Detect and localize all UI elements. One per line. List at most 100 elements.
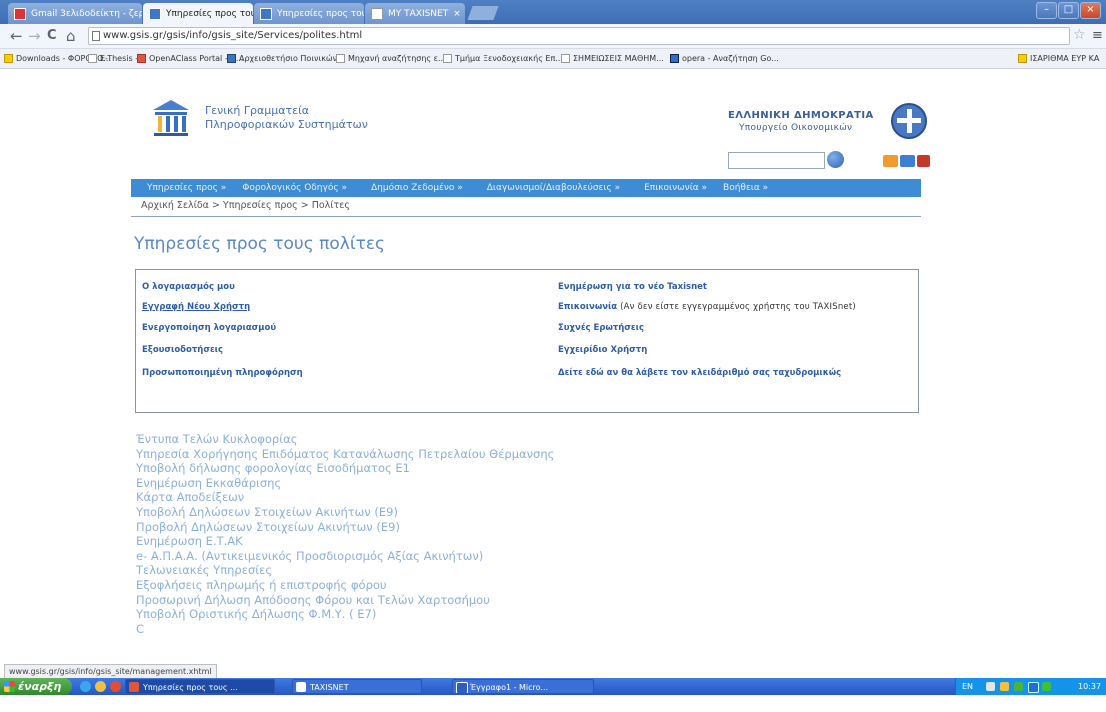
- service-link[interactable]: Υποβολή δήλωσης φορολογίας Εισοδήματος Ε…: [136, 461, 776, 476]
- taskbar-item-label: Υπηρεσίες προς τους ...: [143, 683, 238, 692]
- menu-item-services[interactable]: Υπηρεσίες προς »: [141, 179, 232, 197]
- link-user-manual[interactable]: Εγχειρίδιο Χρήστη: [558, 345, 647, 355]
- bookmark-item[interactable]: ΣΗΜΕΙΩΣΕΙΣ ΜΑΘΗΜ...: [561, 51, 664, 66]
- close-window-button[interactable]: ×: [1080, 2, 1101, 19]
- page-icon: [336, 54, 345, 63]
- site-icon: [227, 54, 236, 63]
- link-password-by-mail[interactable]: Δείτε εδώ αν θα λάβετε τον κλειδάριθμό σ…: [558, 368, 841, 378]
- bookmark-item[interactable]: E-Thesis -: [88, 51, 138, 66]
- youtube-icon[interactable]: [917, 155, 930, 167]
- service-link[interactable]: Υποβολή Οριστικής Δήλωσης Φ.Μ.Υ. ( Ε7): [136, 607, 776, 622]
- menu-item-contact[interactable]: Επικοινωνία »: [638, 179, 713, 197]
- bookmark-label: ΣΗΜΕΙΩΣΕΙΣ ΜΑΘΗΜ...: [573, 54, 664, 63]
- rss-icon[interactable]: [883, 155, 898, 167]
- menu-item-tax-guide[interactable]: Φορολογικός Οδηγός »: [236, 179, 353, 197]
- gsis-favicon-icon: [260, 7, 272, 20]
- browser-tab-my-taxisnet[interactable]: ΜΥ ΤΑΧΙSΝΕΤ ×: [365, 3, 465, 24]
- menu-item-tenders[interactable]: Διαγωνισμοί/Διαβουλεύσεις »: [481, 179, 626, 197]
- page-icon: [88, 54, 97, 63]
- status-bar-url: www.gsis.gr/gsis/info/gsis_site/manageme…: [4, 664, 217, 679]
- taskbar-item-browser[interactable]: Υπηρεσίες προς τους ...: [125, 679, 275, 694]
- folder-icon: [1018, 54, 1027, 63]
- folder-icon: [4, 54, 13, 63]
- link-contact[interactable]: Επικοινωνία: [558, 302, 617, 312]
- antivirus-icon[interactable]: [1014, 682, 1023, 691]
- chrome-menu-icon[interactable]: ≡: [1092, 28, 1103, 43]
- home-icon[interactable]: ⌂: [66, 27, 76, 45]
- browser-tab-strip: Gmail 3ελιδοδείκτη - ζεράσο... × Υπηρεσί…: [0, 0, 1106, 24]
- gmail-favicon-icon: [14, 7, 26, 20]
- bookmark-label: Μηχανή αναζήτησης ε...: [348, 54, 446, 63]
- service-link[interactable]: Εξοφλήσεις πληρωμής ή επιστροφής φόρου: [136, 578, 776, 593]
- page-icon: [92, 31, 100, 41]
- menu-item-public-data[interactable]: Δημόσιο Ζεδομένο »: [365, 179, 469, 197]
- tab-close-icon[interactable]: ×: [453, 9, 461, 19]
- language-indicator[interactable]: EN: [962, 678, 973, 695]
- service-link[interactable]: Ενημέρωση Ε.Τ.ΑΚ: [136, 534, 776, 549]
- link-authorizations[interactable]: Εξουσιοδοτήσεις: [142, 345, 223, 355]
- bookmark-item[interactable]: opera - Αναζήτηση Go...: [670, 51, 779, 66]
- start-button[interactable]: έναρξη: [0, 678, 72, 695]
- update-icon[interactable]: [1042, 682, 1051, 691]
- service-link[interactable]: Κάρτα Αποδείξεων: [136, 490, 776, 505]
- contact-note: (Αν δεν είστε εγγεγραμμένος χρήστης του …: [620, 302, 856, 312]
- bookmark-item[interactable]: Μηχανή αναζήτησης ε...: [336, 51, 446, 66]
- minimize-button[interactable]: –: [1036, 2, 1057, 19]
- browser-tab-polites-2[interactable]: Υπηρεσίες προς τους πολίτες ×: [254, 3, 364, 24]
- page-icon: [443, 54, 452, 63]
- notification-icon[interactable]: [1000, 682, 1009, 691]
- link-new-taxisnet-info[interactable]: Ενημέρωση για το νέο Taxisnet: [558, 282, 707, 292]
- service-link[interactable]: e- Α.Π.Α.Α. (Αντικειμενικός Προσδιορισμό…: [136, 549, 776, 564]
- volume-icon[interactable]: [1028, 682, 1039, 693]
- link-account-activation[interactable]: Ενεργοποίηση λογαριασμού: [142, 323, 276, 333]
- brand-line-1: Γενική Γραμματεία: [205, 104, 310, 117]
- browser-tab-gmail[interactable]: Gmail 3ελιδοδείκτη - ζεράσο... ×: [8, 3, 142, 24]
- folder-quicklaunch-icon[interactable]: [95, 681, 106, 692]
- gsis-logo-icon[interactable]: [151, 98, 191, 138]
- back-icon[interactable]: ←: [10, 27, 23, 45]
- twitter-icon[interactable]: [900, 155, 915, 167]
- address-bar[interactable]: www.gsis.gr/gsis/info/gsis_site/Services…: [88, 27, 1070, 45]
- taskbar-item-taxisnet[interactable]: TAXISNET: [292, 679, 422, 694]
- bookmark-item[interactable]: Αρχειοθετήσιο Ποινικών...: [227, 51, 345, 66]
- forward-icon[interactable]: →: [28, 27, 41, 45]
- service-link[interactable]: Ενημέρωση Εκκαθάρισης: [136, 476, 776, 491]
- menu-item-help[interactable]: Βοήθεια »: [717, 179, 774, 197]
- service-link[interactable]: Υποβολή Δηλώσεων Στοιχείων Ακινήτων (Ε9): [136, 505, 776, 520]
- windows-logo-icon: [4, 681, 15, 692]
- browser-tab-polites-active[interactable]: Υπηρεσίες προς τους πολίτες ×: [143, 3, 253, 24]
- reload-icon[interactable]: C: [47, 27, 57, 45]
- service-link[interactable]: Υπηρεσία Χορήγησης Επιδόματος Κατανάλωση…: [136, 447, 776, 462]
- bookmark-label: E-Thesis -: [100, 54, 139, 63]
- service-link[interactable]: Προβολή Δηλώσεων Στοιχείων Ακινήτων (Ε9): [136, 520, 776, 535]
- taskbar-item-word[interactable]: Έγγραφο1 - Micro...: [452, 679, 594, 694]
- window-icon: [296, 682, 306, 692]
- service-link[interactable]: C: [136, 622, 776, 637]
- search-button-icon[interactable]: [827, 151, 844, 168]
- bookmark-item[interactable]: ΙΣΑΡΙΘΜΑ ΕΥΡ ΚΑ: [1018, 51, 1099, 66]
- link-personalized-info[interactable]: Προσωποποιημένη πληροφόρηση: [142, 368, 303, 378]
- chrome-quicklaunch-icon[interactable]: [110, 681, 121, 692]
- link-my-account[interactable]: Ο λογαριασμός μου: [142, 282, 235, 292]
- service-link[interactable]: Τελωνειακές Υπηρεσίες: [136, 563, 776, 578]
- network-icon[interactable]: [986, 682, 995, 691]
- divider: [131, 216, 921, 217]
- ie-quicklaunch-icon[interactable]: [80, 681, 91, 692]
- link-faq[interactable]: Συχνές Ερωτήσεις: [558, 323, 644, 333]
- bookmark-item[interactable]: Τμήμα Ξενοδοχειακής Επ...: [443, 51, 563, 66]
- search-input[interactable]: [728, 152, 825, 169]
- chrome-icon: [129, 682, 139, 692]
- page-icon: [561, 54, 570, 63]
- link-new-user-registration[interactable]: Εγγραφή Νέου Χρήστη: [142, 302, 250, 312]
- service-link[interactable]: Προσωρινή Δήλωση Απόδοσης Φόρου και Τελώ…: [136, 593, 776, 608]
- maximize-button[interactable]: □: [1058, 2, 1079, 19]
- brand-line-2: Πληροφοριακών Συστημάτων: [205, 118, 368, 131]
- windows-taskbar: έναρξη Υπηρεσίες προς τους ... TAXISNET …: [0, 678, 1106, 708]
- tab-label: ΜΥ ΤΑΧΙSΝΕΤ: [388, 8, 449, 19]
- opera-icon: [670, 54, 679, 63]
- breadcrumb: Αρχική Σελίδα > Υπηρεσίες προς > Πολίτες: [141, 200, 350, 211]
- new-tab-button[interactable]: [467, 6, 499, 20]
- gsis-favicon-icon: [149, 7, 161, 20]
- bookmark-star-icon[interactable]: ☆: [1073, 27, 1086, 43]
- service-link[interactable]: Έντυπα Τελών Κυκλοφορίας: [136, 432, 776, 447]
